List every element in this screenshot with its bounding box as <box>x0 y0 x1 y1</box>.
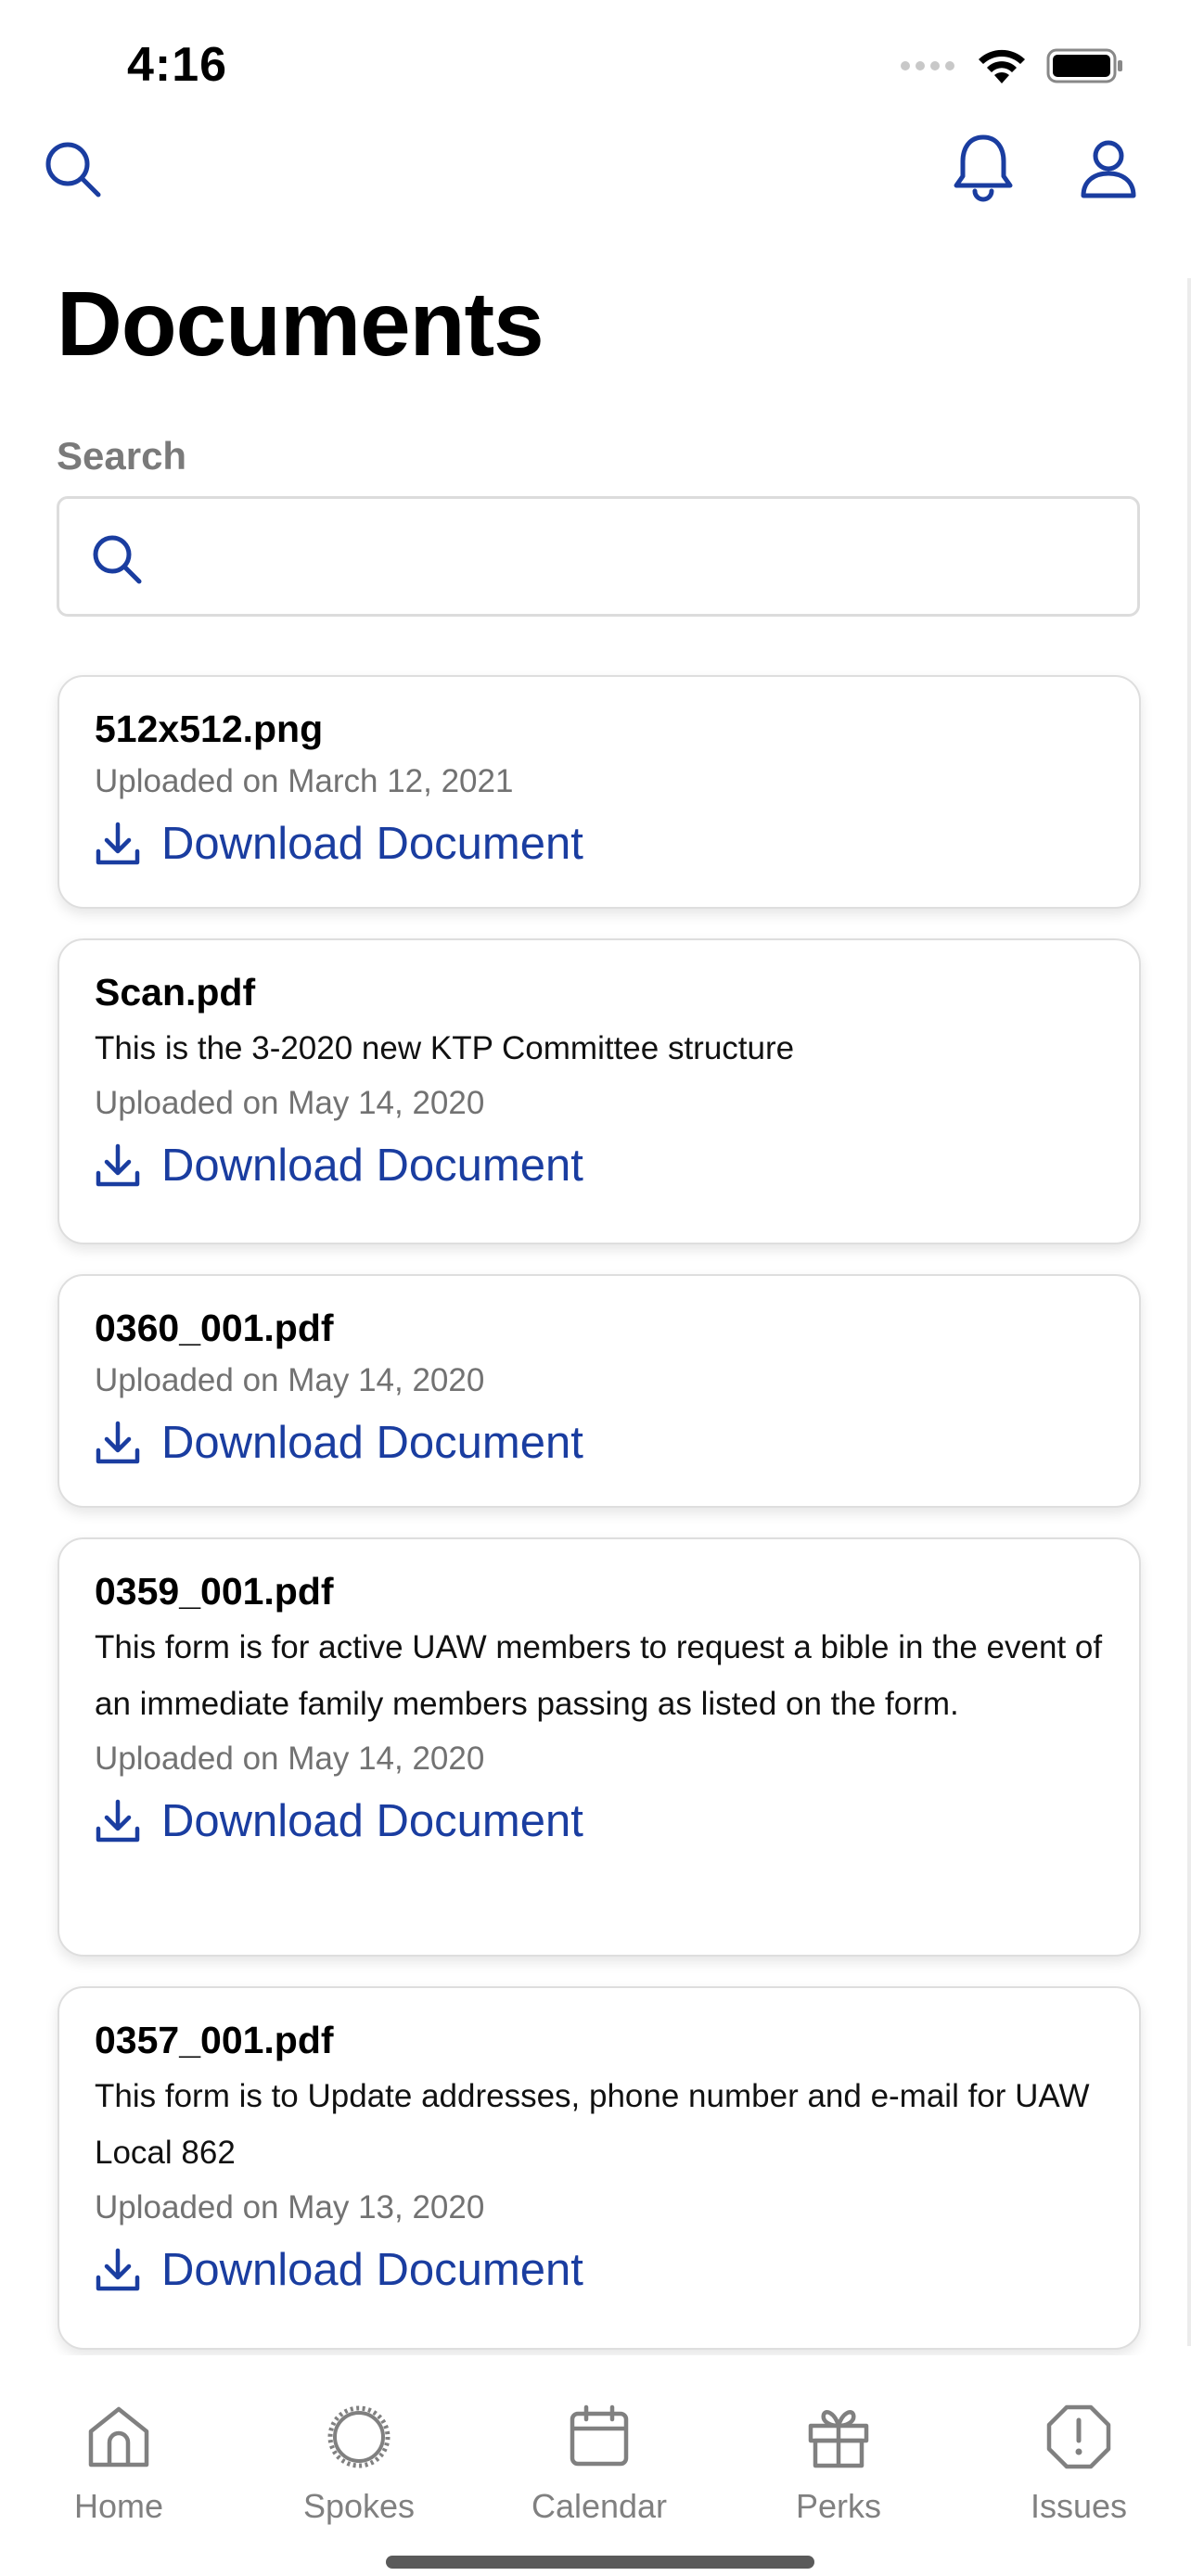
tab-calendar-label: Calendar <box>531 2487 668 2525</box>
download-icon <box>96 1421 140 1464</box>
tab-issues-label: Issues <box>1030 2487 1128 2525</box>
tab-home-label: Home <box>73 2487 164 2525</box>
search-input[interactable] <box>171 517 1121 597</box>
download-icon <box>96 1143 140 1187</box>
document-card: 0357_001.pdf This form is to Update addr… <box>58 1986 1141 2350</box>
download-document-label: Download Document <box>161 819 583 869</box>
status-icons <box>900 46 1124 90</box>
tab-home[interactable]: Home <box>17 2402 221 2541</box>
document-description: This is the 3-2020 new KTP Committee str… <box>95 1030 795 1066</box>
bell-icon[interactable] <box>946 130 1020 204</box>
document-card: 0359_001.pdf This form is for active UAW… <box>58 1537 1141 1957</box>
document-card: Scan.pdf This is the 3-2020 new KTP Comm… <box>58 938 1141 1244</box>
download-icon <box>96 2248 140 2291</box>
download-document-label: Download Document <box>161 1418 583 1468</box>
tab-spokes[interactable]: Spokes <box>257 2402 461 2541</box>
alert-octagon-icon <box>1046 2404 1111 2469</box>
document-title: 0360_001.pdf <box>95 1307 334 1349</box>
document-title: 0359_001.pdf <box>95 1570 334 1613</box>
document-upload-date: Uploaded on March 12, 2021 <box>95 763 514 799</box>
tab-perks[interactable]: Perks <box>736 2402 941 2541</box>
download-icon <box>96 822 140 865</box>
document-title: Scan.pdf <box>95 971 256 1014</box>
document-description: This form is for active UAW members to r… <box>95 1629 1103 1722</box>
app-screen: 4:16 Documents Search 512x512.png Upload… <box>0 0 1191 2576</box>
home-indicator[interactable] <box>386 2556 814 2569</box>
wifi-icon <box>976 46 1028 90</box>
status-time: 4:16 <box>127 38 228 92</box>
home-icon <box>88 2406 149 2468</box>
download-document-link[interactable]: Download Document <box>95 1415 583 1471</box>
download-icon <box>96 1799 140 1843</box>
document-card: 0360_001.pdf Uploaded on May 14, 2020 Do… <box>58 1274 1141 1508</box>
search-label: Search <box>57 434 187 478</box>
download-document-link[interactable]: Download Document <box>95 1793 583 1849</box>
document-card: 512x512.png Uploaded on March 12, 2021 D… <box>58 675 1141 909</box>
download-document-link[interactable]: Download Document <box>95 1138 583 1193</box>
document-title: 0357_001.pdf <box>95 2019 334 2061</box>
calendar-icon <box>570 2404 629 2467</box>
document-upload-date: Uploaded on May 14, 2020 <box>95 1741 485 1777</box>
document-title: 512x512.png <box>95 708 324 750</box>
download-document-link[interactable]: Download Document <box>95 816 583 872</box>
user-icon[interactable] <box>1071 132 1146 206</box>
tab-issues[interactable]: Issues <box>977 2402 1181 2541</box>
tab-spokes-label: Spokes <box>302 2487 416 2525</box>
status-bar: 4:16 <box>0 0 1191 139</box>
spokes-icon <box>327 2405 391 2468</box>
signal-dots-icon <box>900 59 957 77</box>
tab-perks-label: Perks <box>795 2487 882 2525</box>
search-field[interactable] <box>57 496 1140 617</box>
tab-calendar[interactable]: Calendar <box>497 2402 701 2541</box>
search-field-icon <box>87 529 147 589</box>
gift-icon <box>808 2410 869 2468</box>
download-document-link[interactable]: Download Document <box>95 2242 583 2298</box>
scroll-edge <box>1187 278 1191 2346</box>
download-document-label: Download Document <box>161 2245 583 2295</box>
search-icon[interactable] <box>35 132 109 206</box>
download-document-label: Download Document <box>161 1141 583 1191</box>
download-document-label: Download Document <box>161 1796 583 1846</box>
document-upload-date: Uploaded on May 13, 2020 <box>95 2189 485 2225</box>
page-title: Documents <box>57 273 544 375</box>
document-upload-date: Uploaded on May 14, 2020 <box>95 1362 485 1398</box>
battery-icon <box>1046 47 1124 89</box>
document-upload-date: Uploaded on May 14, 2020 <box>95 1085 485 1121</box>
document-description: This form is to Update addresses, phone … <box>95 2078 1090 2171</box>
